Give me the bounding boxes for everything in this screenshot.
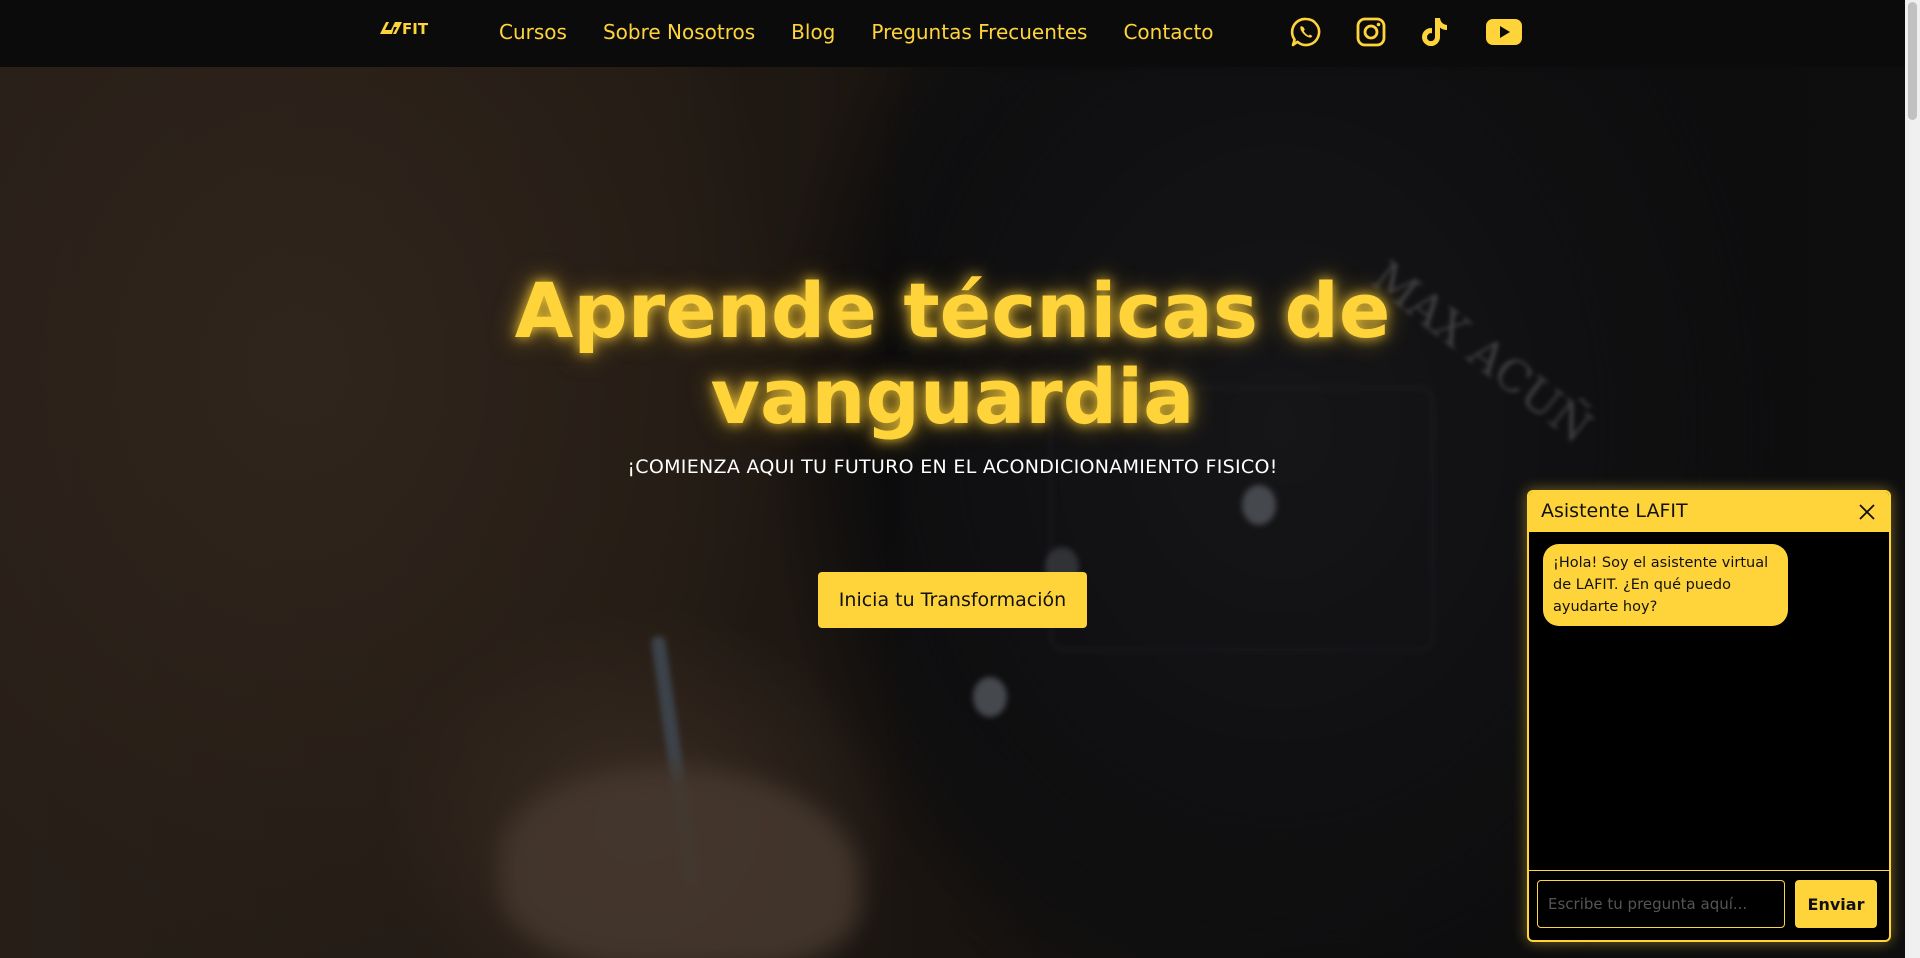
hero-subtitle: ¡COMIENZA AQUI TU FUTURO EN EL ACONDICIO… [627, 456, 1278, 478]
page-scrollbar[interactable] [1905, 0, 1920, 958]
chat-title: Asistente LAFIT [1541, 500, 1688, 522]
instagram-icon[interactable] [1353, 14, 1389, 50]
hero-title: Aprende técnicas de vanguardia [514, 266, 1391, 441]
close-icon[interactable] [1857, 502, 1877, 522]
nav-link-contacto[interactable]: Contacto [1123, 20, 1213, 44]
svg-text:FIT: FIT [402, 20, 429, 38]
nav-link-cursos[interactable]: Cursos [499, 20, 567, 44]
navbar: FIT Cursos Sobre Nosotros Blog Preguntas… [0, 0, 1905, 67]
chat-message-bot: ¡Hola! Soy el asistente virtual de LAFIT… [1543, 544, 1788, 626]
page: FIT Cursos Sobre Nosotros Blog Preguntas… [0, 0, 1920, 958]
chat-input[interactable] [1537, 880, 1785, 928]
scrollbar-thumb[interactable] [1908, 2, 1917, 120]
nav-link-preguntas-frecuentes[interactable]: Preguntas Frecuentes [871, 20, 1087, 44]
tiktok-icon[interactable] [1417, 14, 1453, 50]
nav-link-sobre-nosotros[interactable]: Sobre Nosotros [603, 20, 755, 44]
nav-link-blog[interactable]: Blog [791, 20, 835, 44]
chat-footer: Enviar [1529, 870, 1889, 940]
chat-send-button[interactable]: Enviar [1795, 880, 1877, 928]
youtube-icon[interactable] [1484, 14, 1524, 50]
chat-widget: Asistente LAFIT ¡Hola! Soy el asistente … [1527, 490, 1891, 942]
lafit-logo[interactable]: FIT [380, 18, 442, 40]
chat-header: Asistente LAFIT [1529, 492, 1889, 532]
start-transformation-button[interactable]: Inicia tu Transformación [818, 572, 1087, 628]
nav-links: Cursos Sobre Nosotros Blog Preguntas Fre… [499, 20, 1250, 44]
whatsapp-icon[interactable] [1288, 14, 1324, 50]
